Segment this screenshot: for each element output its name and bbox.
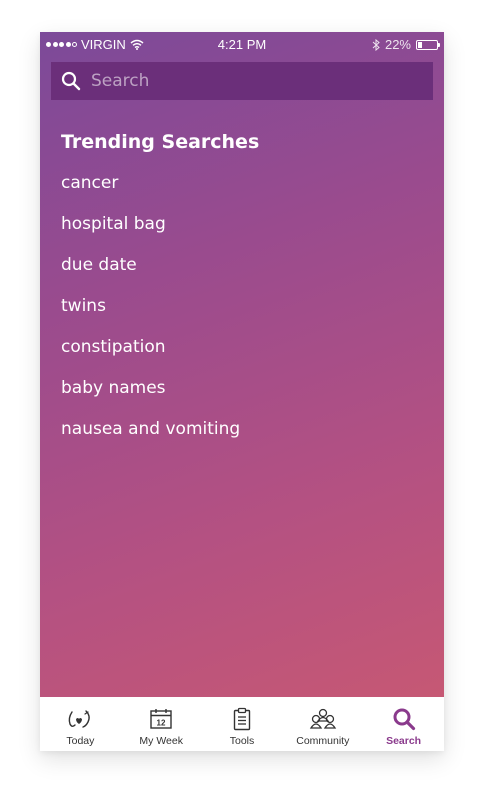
status-right: 22% [372, 37, 440, 52]
tab-label-my-week: My Week [139, 735, 183, 747]
tab-search[interactable]: Search [363, 697, 444, 751]
status-bar: VIRGIN 4:21 PM 22% [40, 32, 444, 58]
trending-item-twins[interactable]: twins [61, 295, 240, 336]
search-bar[interactable] [51, 62, 433, 100]
bluetooth-icon [372, 38, 380, 51]
trending-item-cancer[interactable]: cancer [61, 172, 240, 213]
search-icon [61, 71, 81, 91]
tab-today[interactable]: Today [40, 697, 121, 751]
tab-community[interactable]: Community [282, 697, 363, 751]
tab-my-week[interactable]: 12 My Week [121, 697, 202, 751]
trending-item-baby-names[interactable]: baby names [61, 377, 240, 418]
calendar-day-number: 12 [157, 719, 166, 728]
search-icon [392, 707, 416, 731]
tab-label-today: Today [66, 735, 95, 747]
tab-label-tools: Tools [229, 735, 255, 747]
tab-tools[interactable]: Tools [202, 697, 283, 751]
battery-percent: 22% [384, 37, 411, 52]
phone-frame: VIRGIN 4:21 PM 22% Search Trending Searc… [40, 32, 444, 751]
clipboard-icon [232, 707, 252, 731]
trending-searches-list: cancer hospital bag due date twins const… [61, 172, 240, 459]
tab-bar: Today 12 My Week Tools Community Search [40, 697, 444, 751]
tab-label-search: Search [386, 735, 422, 747]
battery-level [418, 41, 422, 48]
trending-item-hospital-bag[interactable]: hospital bag [61, 213, 240, 254]
trending-item-due-date[interactable]: due date [61, 254, 240, 295]
community-icon [309, 707, 337, 731]
app-screen: VIRGIN 4:21 PM 22% Search Trending Searc… [40, 32, 444, 697]
search-input[interactable] [91, 71, 391, 91]
calendar-icon: 12 [149, 707, 173, 731]
trending-item-constipation[interactable]: constipation [61, 336, 240, 377]
trending-item-nausea-and-vomiting[interactable]: nausea and vomiting [61, 418, 240, 459]
tab-label-community: Community [296, 735, 350, 747]
trending-searches-heading: Trending Searches [61, 131, 260, 153]
baby-feet-icon [66, 707, 94, 731]
battery-icon [416, 39, 440, 50]
